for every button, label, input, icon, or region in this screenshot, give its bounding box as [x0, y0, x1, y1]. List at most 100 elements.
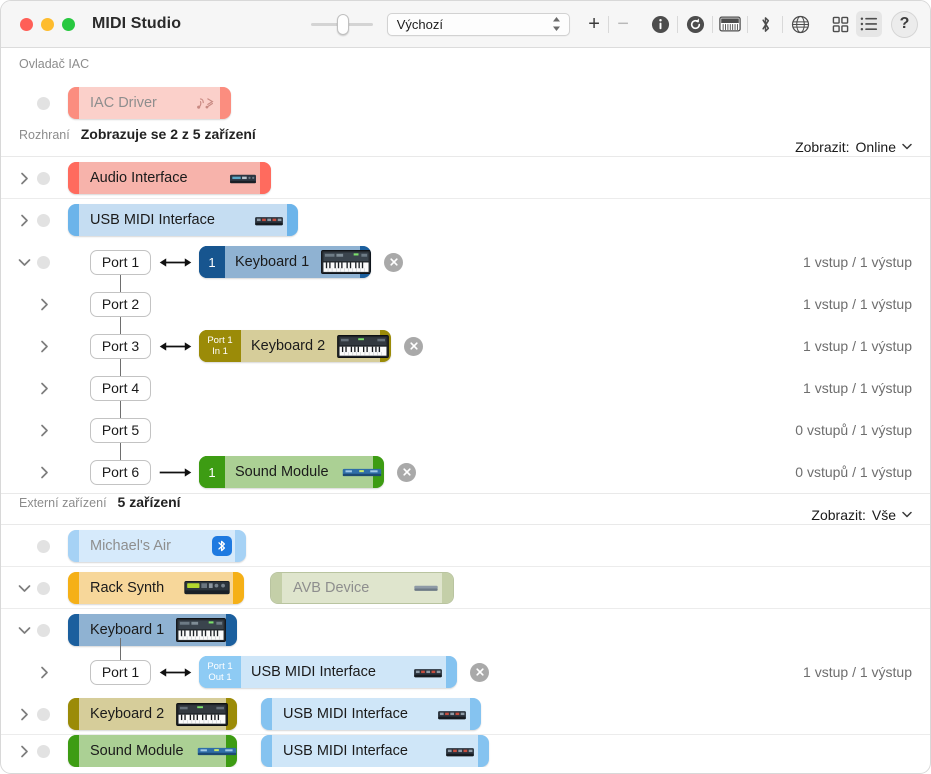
- configuration-select[interactable]: Výchozí: [386, 12, 571, 36]
- disclosure-triangle-port-1[interactable]: [15, 258, 33, 267]
- usb-midi-interface-icon: [437, 708, 467, 721]
- external-filter[interactable]: Zobrazit: Vše: [811, 507, 912, 523]
- port-label[interactable]: Port 5: [90, 417, 151, 443]
- status-indicator-dot[interactable]: [37, 255, 50, 269]
- status-indicator-dot[interactable]: [37, 581, 50, 595]
- device-chip-rack-synth[interactable]: Rack Synth: [68, 572, 244, 604]
- connection-arrow-bidirectional: [151, 256, 199, 269]
- device-chip-keyboard-2-ext[interactable]: Keyboard 2: [68, 698, 237, 730]
- midi-studio-window: MIDI Studio Výchozí + − ? Ovladač IAC IA…: [0, 0, 931, 774]
- grid-view-icon[interactable]: [827, 11, 853, 37]
- status-indicator-dot[interactable]: [37, 96, 50, 110]
- usb-midi-interface-icon: [413, 666, 443, 679]
- interfaces-filter[interactable]: Zobrazit: Online: [795, 139, 912, 155]
- zoom-slider[interactable]: [311, 13, 373, 35]
- rack-synth-icon: [184, 580, 230, 597]
- device-chip-keyboard-1[interactable]: 1 Keyboard 1: [199, 246, 371, 278]
- remove-configuration-button[interactable]: −: [611, 12, 635, 36]
- chevron-updown-icon: [552, 17, 561, 31]
- device-name: Keyboard 1: [90, 622, 165, 638]
- external-port-row-1: Port 1 Port 1 Out 1 USB MIDI Interface 1…: [1, 637, 930, 693]
- port-cell: Port 1: [90, 249, 151, 297]
- toolbar-divider: [747, 15, 749, 33]
- port-status: 0 vstupů / 1 výstup: [795, 422, 912, 438]
- maximize-window-button[interactable]: [62, 17, 75, 31]
- zoom-slider-thumb[interactable]: [337, 14, 349, 35]
- device-chip-usb-midi-interface[interactable]: USB MIDI Interface: [68, 204, 298, 236]
- bluetooth-badge-icon: [212, 536, 232, 556]
- device-name: Rack Synth: [90, 580, 165, 596]
- port-badge-line1: Port 1: [207, 661, 233, 672]
- info-icon[interactable]: [647, 11, 673, 37]
- disclosure-triangle-audio-interface[interactable]: [15, 172, 33, 185]
- disclosure-triangle-sound-module[interactable]: [15, 745, 33, 758]
- view-mode-group: [827, 11, 883, 37]
- port-badge-line2: In 1: [212, 346, 228, 357]
- disclosure-triangle-port-5[interactable]: [35, 424, 53, 437]
- device-chip-sound-module[interactable]: 1 Sound Module: [199, 456, 384, 488]
- port-status: 1 vstup / 1 výstup: [803, 338, 912, 354]
- device-chip-usb-midi-interface-ext2[interactable]: USB MIDI Interface: [261, 735, 489, 767]
- port-label[interactable]: Port 1: [90, 249, 151, 275]
- port-label[interactable]: Port 6: [90, 459, 151, 485]
- disclosure-triangle-port-4[interactable]: [35, 382, 53, 395]
- device-chip-usb-midi-interface-conn[interactable]: Port 1 Out 1 USB MIDI Interface: [199, 656, 457, 688]
- minimize-window-button[interactable]: [41, 17, 54, 31]
- disclosure-triangle-port-6[interactable]: [35, 466, 53, 479]
- device-chip-michaels-air[interactable]: Michael's Air: [68, 530, 246, 562]
- device-chip-keyboard-1-ext[interactable]: Keyboard 1: [68, 614, 237, 646]
- keyboard-icon: [321, 250, 371, 274]
- traffic-lights: [20, 17, 75, 31]
- status-indicator-dot[interactable]: [37, 213, 50, 227]
- device-chip-usb-midi-interface-ext[interactable]: USB MIDI Interface: [261, 698, 481, 730]
- device-chip-keyboard-2[interactable]: Port 1 In 1 Keyboard 2: [199, 330, 391, 362]
- disclosure-triangle-port-2[interactable]: [35, 298, 53, 311]
- status-indicator-dot[interactable]: [37, 707, 50, 721]
- remove-connection-button[interactable]: [397, 462, 416, 482]
- port-label[interactable]: Port 1: [90, 659, 151, 685]
- device-chip-iac-driver[interactable]: IAC Driver: [68, 87, 231, 119]
- status-indicator-dot[interactable]: [37, 623, 50, 637]
- device-name: IAC Driver: [90, 95, 157, 111]
- port-status: 1 vstup / 1 výstup: [803, 380, 912, 396]
- device-name: USB MIDI Interface: [251, 664, 376, 680]
- device-chip-audio-interface[interactable]: Audio Interface: [68, 162, 271, 194]
- status-indicator-dot[interactable]: [37, 744, 50, 758]
- disclosure-triangle-ext-port-1[interactable]: [35, 666, 53, 679]
- status-indicator-dot[interactable]: [37, 539, 50, 553]
- bluetooth-icon[interactable]: [752, 11, 778, 37]
- status-indicator-dot[interactable]: [37, 171, 50, 185]
- disclosure-triangle-usb-midi-interface[interactable]: [15, 214, 33, 227]
- disclosure-triangle-rack-synth[interactable]: [15, 584, 33, 593]
- port-badge-line1: Port 1: [207, 335, 233, 346]
- device-chip-avb-device[interactable]: AVB Device: [270, 572, 454, 604]
- list-view-icon[interactable]: [856, 11, 883, 37]
- help-icon[interactable]: ?: [891, 10, 918, 38]
- remove-connection-button[interactable]: [384, 252, 403, 272]
- remove-connection-button[interactable]: [470, 662, 489, 682]
- disclosure-triangle-keyboard-1[interactable]: [15, 626, 33, 635]
- filter-label: Zobrazit:: [811, 507, 866, 523]
- device-row-keyboard-1-external: Keyboard 1: [1, 609, 930, 651]
- disclosure-triangle-keyboard-2[interactable]: [15, 708, 33, 721]
- device-name: Keyboard 1: [235, 254, 310, 270]
- port-label[interactable]: Port 3: [90, 333, 151, 359]
- keyboard-icon: [176, 702, 229, 726]
- network-globe-icon[interactable]: [787, 11, 813, 37]
- add-configuration-button[interactable]: +: [582, 12, 606, 36]
- port-badge: Port 1 Out 1: [199, 656, 241, 688]
- disclosure-triangle-port-3[interactable]: [35, 340, 53, 353]
- port-cell: Port 4: [90, 353, 151, 423]
- avb-device-icon: [413, 584, 439, 593]
- device-name: USB MIDI Interface: [90, 212, 215, 228]
- port-label[interactable]: Port 2: [90, 291, 151, 317]
- device-chip-sound-module-ext[interactable]: Sound Module: [68, 735, 237, 767]
- rescan-icon[interactable]: [682, 11, 708, 37]
- remove-connection-button[interactable]: [404, 336, 423, 356]
- midi-keyboard-icon[interactable]: [717, 11, 743, 37]
- port-label[interactable]: Port 4: [90, 375, 151, 401]
- port-cell: Port 6: [90, 437, 151, 485]
- audio-interface-icon: [229, 172, 257, 185]
- sound-module-icon: [341, 467, 383, 478]
- close-window-button[interactable]: [20, 17, 33, 31]
